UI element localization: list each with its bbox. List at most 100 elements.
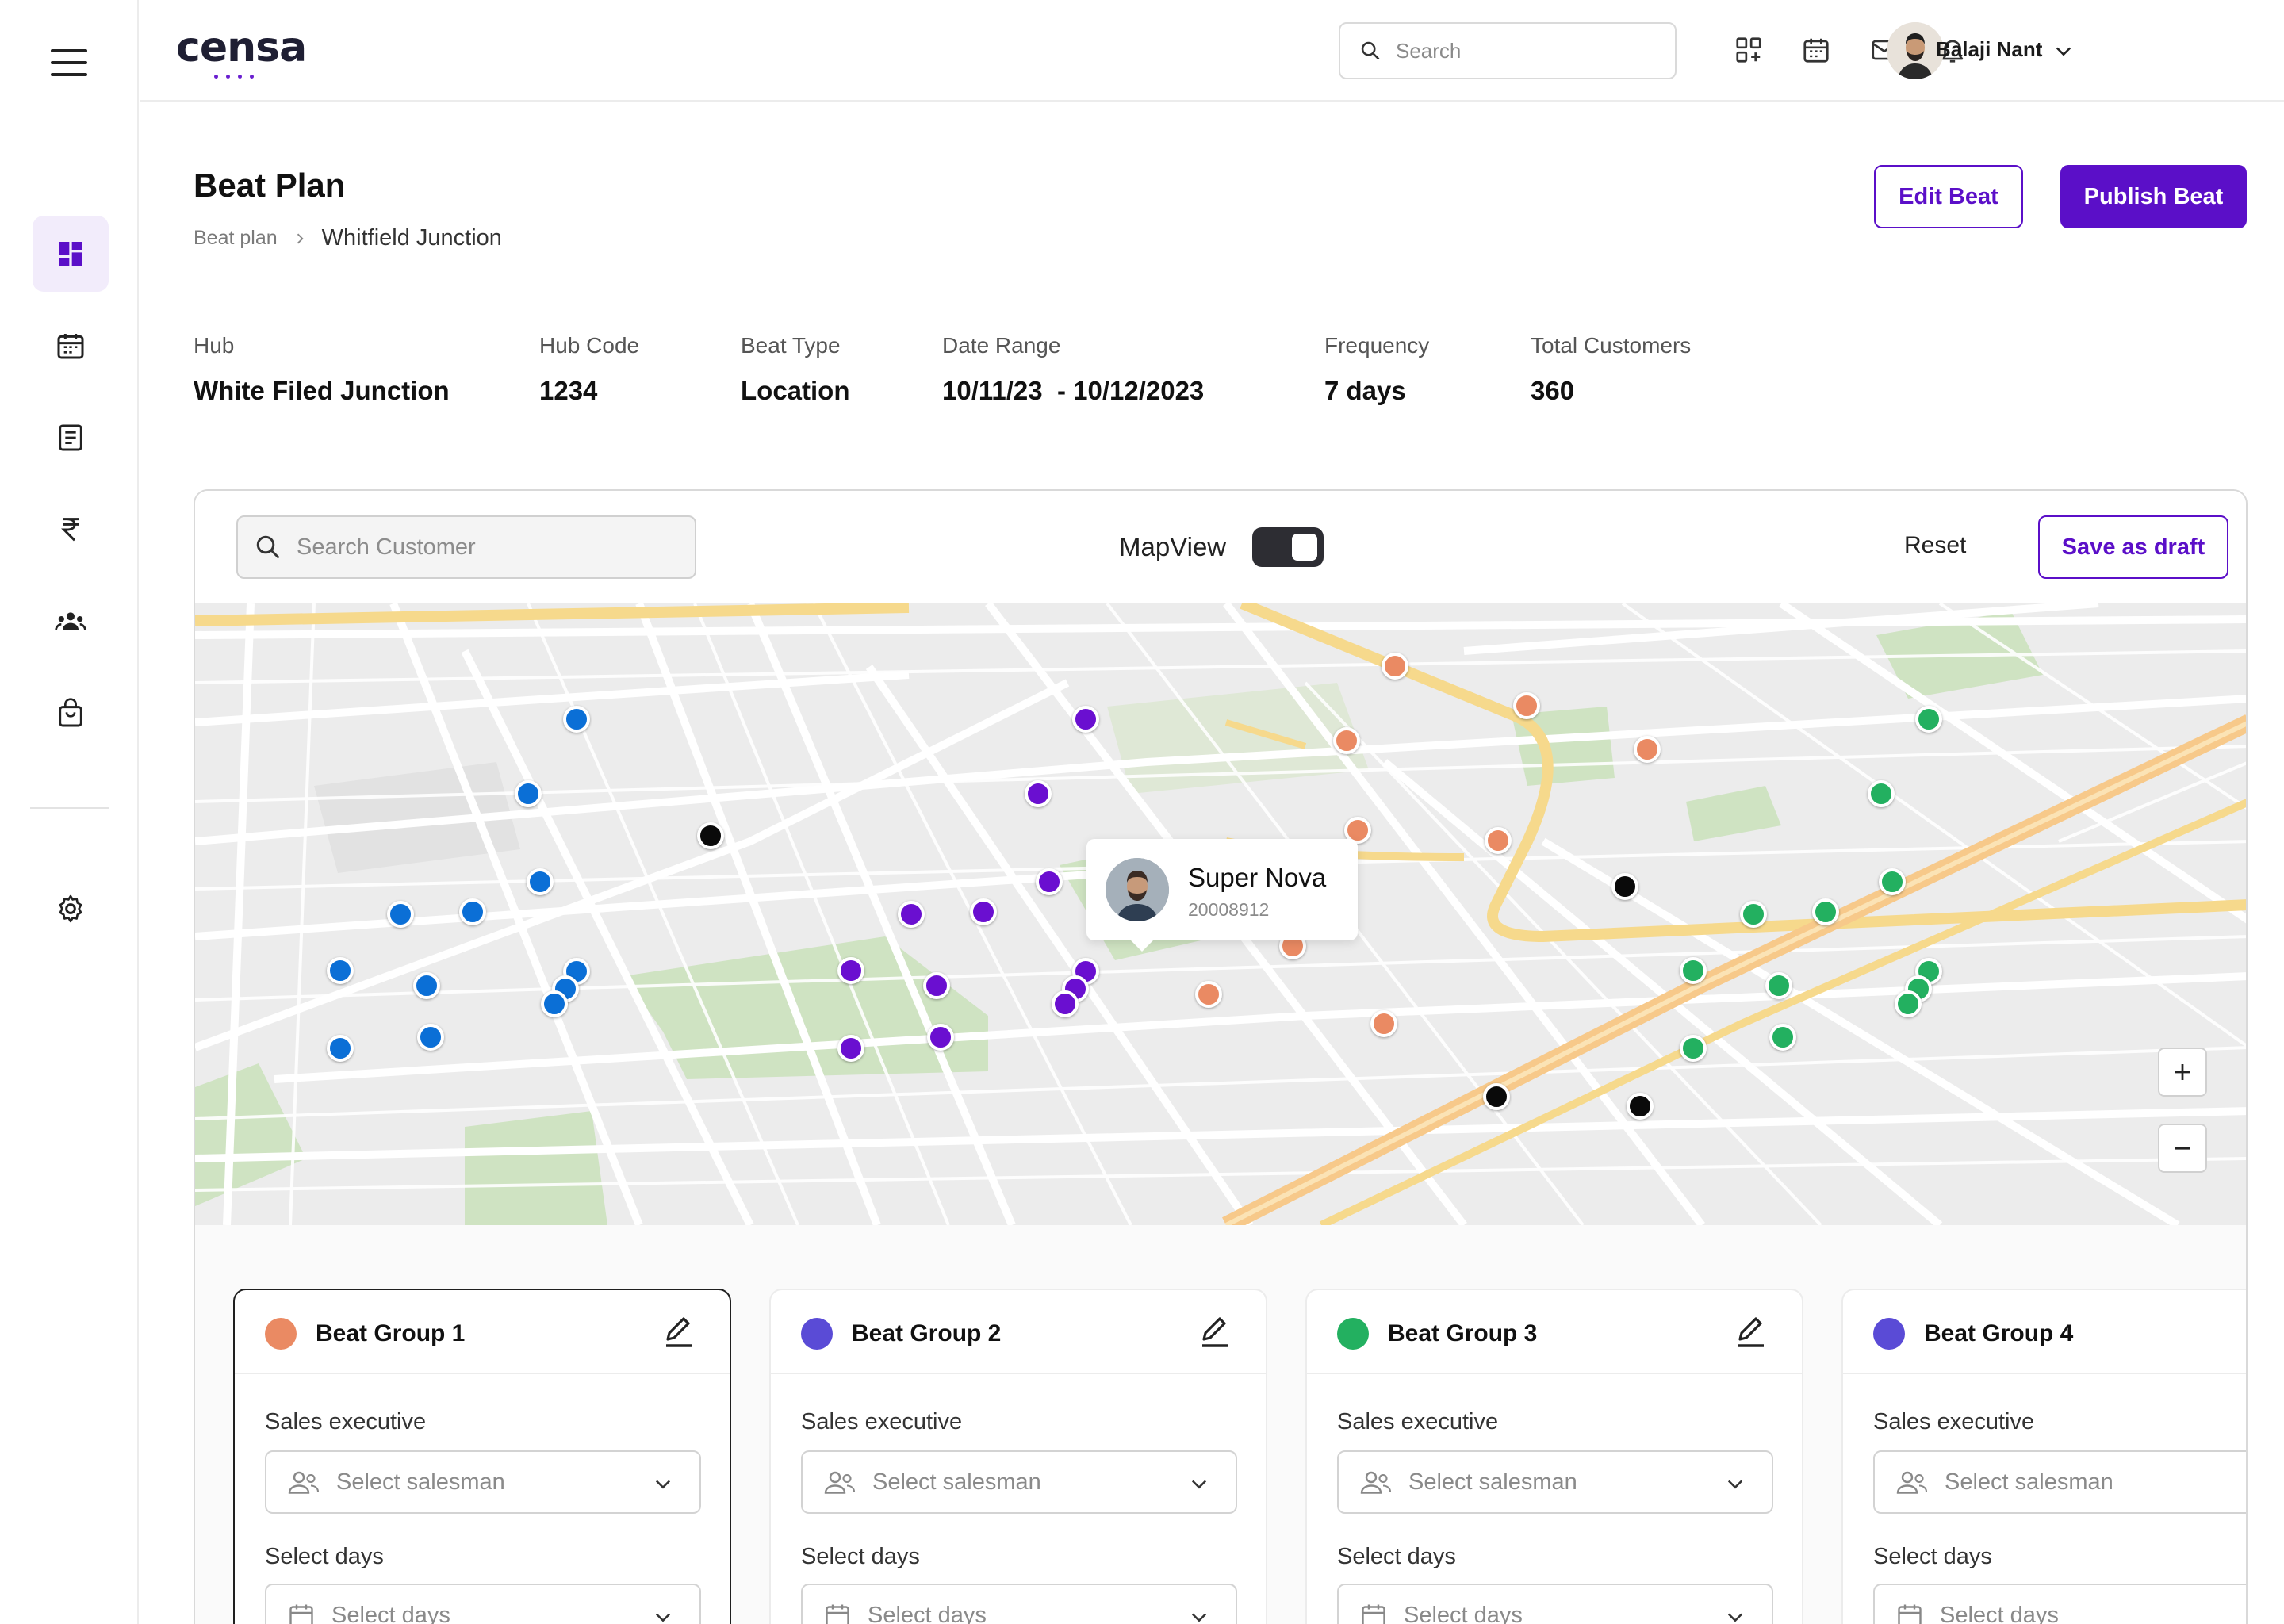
customer-pin-green[interactable] — [1765, 972, 1792, 999]
sidebar-item-orders[interactable] — [33, 676, 109, 752]
days-select[interactable]: Select days — [801, 1584, 1237, 1624]
customer-pin-purple[interactable] — [970, 898, 997, 925]
customer-pin-green[interactable] — [1868, 780, 1895, 807]
sidebar-item-document[interactable] — [33, 400, 109, 476]
team-icon — [55, 612, 86, 630]
beat-group-header: Beat Group 2 — [771, 1290, 1266, 1374]
customer-pin-green[interactable] — [1879, 868, 1906, 895]
zoom-out-button[interactable] — [2158, 1124, 2207, 1173]
publish-beat-button[interactable]: Publish Beat — [2060, 165, 2247, 228]
mapview-toggle[interactable] — [1252, 527, 1324, 567]
beat-map-card: MapView Reset Save as draft — [194, 489, 2248, 1624]
salesman-select[interactable]: Select salesman — [801, 1450, 1237, 1514]
customer-pin-blue[interactable] — [563, 706, 590, 733]
customer-pin-blue[interactable] — [413, 972, 440, 999]
customer-pin-orange[interactable] — [1195, 981, 1222, 1008]
menu-icon[interactable] — [51, 49, 87, 76]
customer-pin-purple[interactable] — [923, 972, 950, 999]
logo[interactable]: censa — [176, 24, 307, 79]
customer-pin-blue[interactable] — [417, 1024, 444, 1051]
salesman-select[interactable]: Select salesman — [1873, 1450, 2246, 1514]
beat-group-card[interactable]: Beat Group 4 Sales executive Select sale… — [1841, 1289, 2246, 1624]
user-name[interactable]: Balaji Nant — [1936, 37, 2042, 62]
info-total-customers: Total Customers 360 — [1531, 333, 1691, 406]
customer-pin-orange[interactable] — [1485, 827, 1512, 854]
customer-pin-purple[interactable] — [1072, 706, 1099, 733]
customer-search-input[interactable] — [297, 534, 677, 561]
beat-group-card[interactable]: Beat Group 1 Sales executive Select sale… — [233, 1289, 731, 1624]
days-select[interactable]: Select days — [265, 1584, 701, 1624]
customer-pin-purple[interactable] — [1052, 990, 1079, 1017]
mapview-label: MapView — [1119, 532, 1227, 561]
customer-pin-blue[interactable] — [387, 901, 414, 928]
salesman-placeholder: Select salesman — [1408, 1469, 1577, 1495]
salesman-select[interactable]: Select salesman — [265, 1450, 701, 1514]
customer-pin-green[interactable] — [1895, 990, 1922, 1017]
customer-pin-blue[interactable] — [327, 957, 354, 984]
customer-pin-green[interactable] — [1915, 706, 1942, 733]
page-title: Beat Plan — [194, 167, 346, 204]
beat-group-card[interactable]: Beat Group 3 Sales executive Select sale… — [1305, 1289, 1803, 1624]
customer-pin-purple[interactable] — [927, 1024, 954, 1051]
customer-pin-unassigned[interactable] — [1611, 873, 1638, 900]
edit-icon[interactable] — [1196, 1312, 1234, 1350]
days-select[interactable]: Select days — [1337, 1584, 1773, 1624]
sidebar-item-payments[interactable] — [33, 492, 109, 568]
breadcrumb-item-beat-plan[interactable]: Beat plan — [194, 227, 278, 250]
calendar-icon — [1362, 1604, 1385, 1624]
salesman-select[interactable]: Select salesman — [1337, 1450, 1773, 1514]
info-value: 1234 — [539, 376, 598, 405]
customer-pin-purple[interactable] — [1036, 868, 1063, 895]
customer-pin-blue[interactable] — [541, 990, 568, 1017]
customer-search[interactable] — [236, 515, 696, 579]
customer-pin-green[interactable] — [1680, 957, 1707, 984]
customer-pin-blue[interactable] — [515, 780, 542, 807]
info-value: 360 — [1531, 376, 1575, 405]
users-icon — [1896, 1471, 1928, 1494]
global-search-input[interactable] — [1396, 38, 1650, 63]
beat-group-card[interactable]: Beat Group 2 Sales executive Select sale… — [769, 1289, 1267, 1624]
apps-add-button[interactable] — [1730, 32, 1767, 68]
info-beat-type: Beat Type Location — [741, 333, 850, 406]
global-search[interactable] — [1339, 22, 1677, 79]
sidebar-item-calendar[interactable] — [33, 308, 109, 384]
chevron-down-icon[interactable] — [2052, 40, 2075, 62]
customer-tooltip[interactable]: Super Nova 20008912 — [1086, 839, 1358, 952]
calendar-button[interactable] — [1798, 32, 1834, 68]
customer-pin-orange[interactable] — [1333, 727, 1360, 754]
customer-pin-purple[interactable] — [837, 957, 864, 984]
reset-button[interactable]: Reset — [1904, 532, 1966, 559]
customer-pin-blue[interactable] — [327, 1035, 354, 1062]
customer-pin-unassigned[interactable] — [697, 822, 724, 849]
calendar-icon — [826, 1604, 849, 1624]
edit-beat-button[interactable]: Edit Beat — [1874, 165, 2023, 228]
customer-pin-unassigned[interactable] — [1483, 1083, 1510, 1110]
customer-pin-purple[interactable] — [898, 901, 925, 928]
edit-icon[interactable] — [1732, 1312, 1770, 1350]
customer-pin-blue[interactable] — [459, 898, 486, 925]
salesman-placeholder: Select salesman — [336, 1469, 505, 1495]
search-icon — [256, 535, 280, 559]
sidebar-item-dashboard[interactable] — [33, 216, 109, 292]
customer-pin-blue[interactable] — [527, 868, 554, 895]
save-draft-button[interactable]: Save as draft — [2038, 515, 2228, 579]
edit-icon[interactable] — [660, 1312, 698, 1350]
customer-pin-purple[interactable] — [1025, 780, 1052, 807]
zoom-in-button[interactable] — [2158, 1048, 2207, 1097]
customer-pin-green[interactable] — [1680, 1035, 1707, 1062]
customer-pin-green[interactable] — [1769, 1024, 1796, 1051]
info-date-range: Date Range 10/11/23 - 10/12/2023 — [942, 333, 1204, 406]
days-select[interactable]: Select days — [1873, 1584, 2246, 1624]
customer-pin-orange[interactable] — [1370, 1010, 1397, 1037]
customer-pin-purple[interactable] — [837, 1035, 864, 1062]
customer-pin-orange[interactable] — [1513, 692, 1540, 719]
map-canvas[interactable]: Super Nova 20008912 — [195, 603, 2246, 1225]
customer-pin-orange[interactable] — [1382, 653, 1408, 680]
customer-pin-green[interactable] — [1740, 901, 1767, 928]
sidebar-item-settings[interactable] — [33, 871, 109, 947]
days-placeholder: Select days — [331, 1602, 450, 1624]
sidebar-item-team[interactable] — [33, 584, 109, 660]
customer-pin-orange[interactable] — [1634, 736, 1661, 763]
customer-pin-green[interactable] — [1812, 898, 1839, 925]
customer-pin-unassigned[interactable] — [1627, 1093, 1654, 1120]
